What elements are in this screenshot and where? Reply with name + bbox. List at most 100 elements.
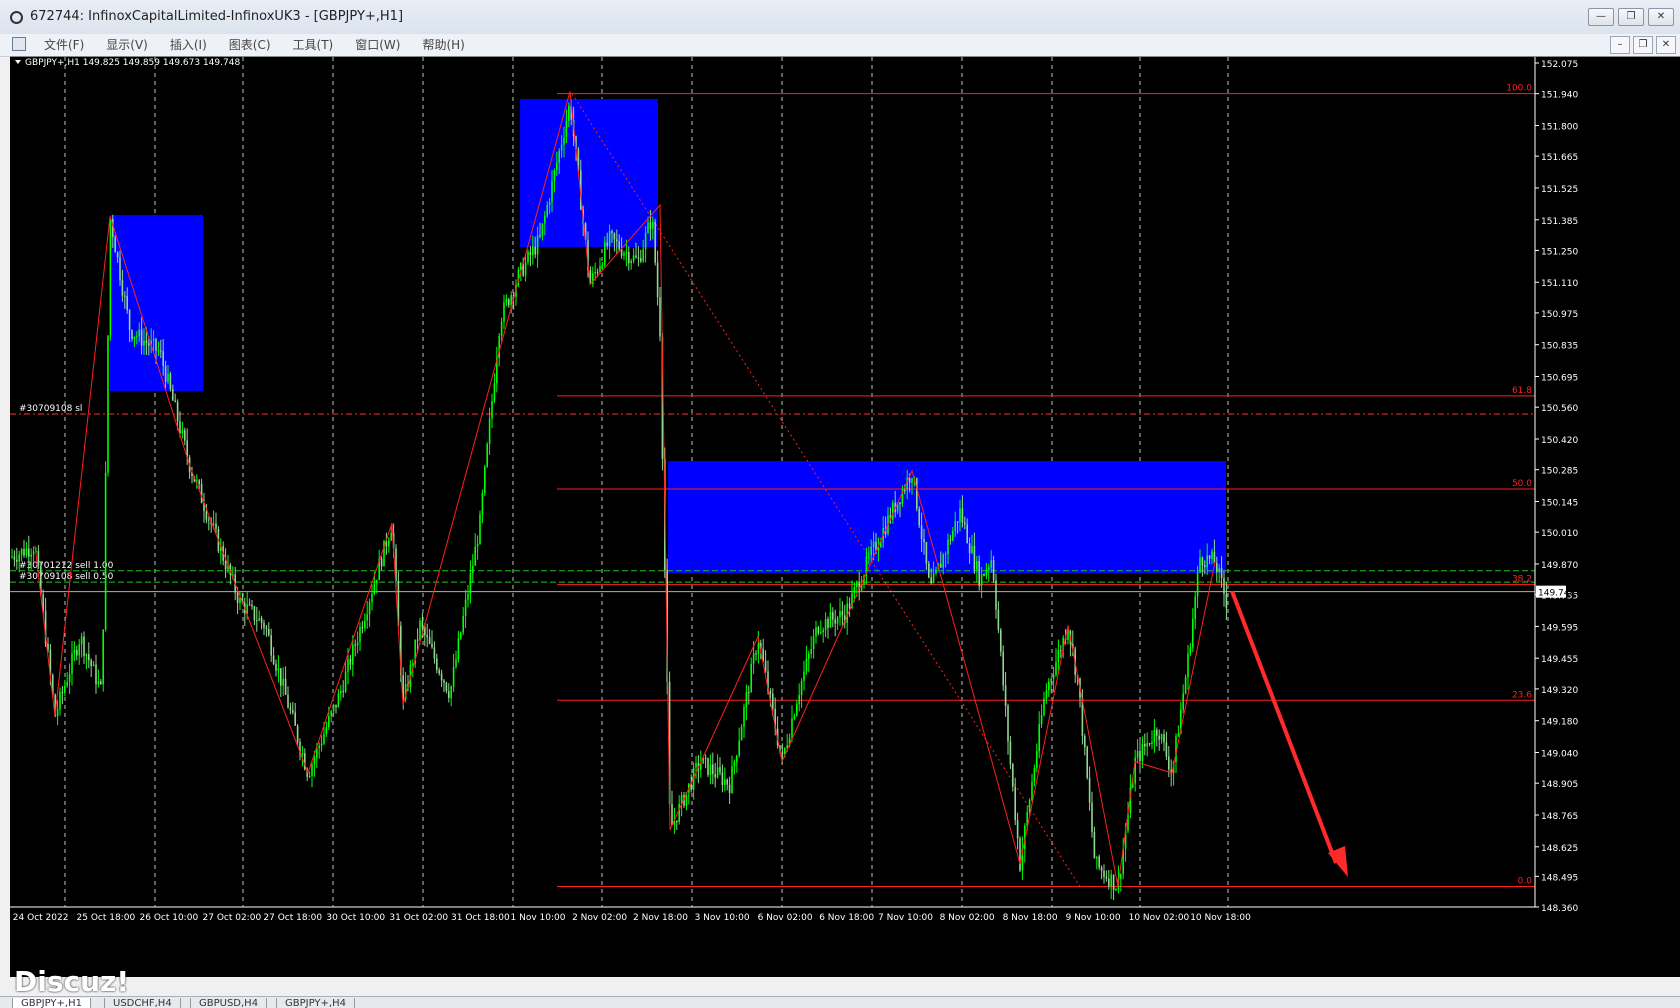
candle-body	[947, 539, 949, 555]
menu-file[interactable]: 文件(F)	[36, 37, 92, 54]
candle-body	[1055, 661, 1057, 675]
window-title: 672744: InfinoxCapitalLimited-InfinoxUK3…	[30, 9, 404, 24]
candle-body	[1014, 786, 1016, 821]
candle-body	[184, 430, 186, 441]
candle-body	[616, 239, 618, 242]
price-tick-label: 151.665	[1541, 153, 1578, 163]
candle-body	[529, 251, 532, 256]
candle-body	[1108, 878, 1110, 887]
candle-body	[97, 681, 100, 685]
candle-body	[772, 693, 774, 709]
menu-help[interactable]: 帮助(H)	[414, 37, 472, 54]
candle-body	[918, 508, 920, 526]
candle-body	[846, 603, 848, 623]
candle-body	[1153, 729, 1156, 743]
candle-body	[1168, 756, 1170, 770]
candle-body	[1141, 743, 1144, 762]
price-tick-label: 150.975	[1541, 310, 1578, 320]
menu-charts[interactable]: 图表(C)	[221, 37, 279, 54]
candle-body	[640, 258, 642, 262]
menu-insert[interactable]: 插入(I)	[162, 37, 215, 54]
candle-body	[426, 635, 428, 638]
candle-body	[544, 215, 546, 224]
candle-body	[606, 242, 608, 246]
candle-body	[1103, 870, 1105, 877]
candle-body	[1105, 876, 1108, 879]
candle-body	[1213, 551, 1216, 563]
candle-body	[292, 710, 294, 713]
menu-tools[interactable]: 工具(T)	[285, 37, 342, 54]
candle-body	[100, 681, 102, 685]
price-chart[interactable]: 100.0 61.8 50.0 38.2 23.6 0.0 #30709108 sl #307…	[10, 57, 1680, 977]
candle-body	[563, 137, 565, 145]
maximize-button[interactable]: ❐	[1618, 8, 1644, 26]
candle-body	[656, 262, 659, 298]
candle-body	[676, 820, 678, 823]
candle-body	[296, 725, 299, 742]
candle-body	[678, 803, 680, 823]
price-tick-label: 148.905	[1541, 780, 1578, 790]
price-tick-label: 152.075	[1541, 60, 1578, 70]
chart-close-button[interactable]: ✕	[1656, 36, 1676, 54]
chart-restore-button[interactable]: ❐	[1633, 36, 1653, 54]
candle-body	[632, 255, 635, 261]
candle-body	[565, 120, 568, 138]
price-tick-label: 149.040	[1541, 750, 1578, 760]
candle-body	[1091, 802, 1093, 832]
candle-body	[625, 252, 628, 254]
candle-body	[464, 599, 467, 616]
candle-body	[1204, 565, 1206, 568]
close-button[interactable]: ✕	[1648, 8, 1674, 26]
price-tick-label: 149.320	[1541, 686, 1578, 696]
candle-body	[352, 644, 354, 665]
candle-body	[313, 757, 316, 765]
candle-body	[1048, 681, 1050, 691]
candle-body	[78, 644, 80, 656]
candle-body	[1012, 764, 1014, 787]
candle-body	[985, 570, 988, 576]
candle-body	[1206, 555, 1208, 568]
window-controls: — ❐ ✕	[1588, 8, 1674, 26]
candle-body	[954, 521, 956, 531]
time-tick-label: 27 Oct 18:00	[263, 913, 322, 923]
candle-body	[505, 299, 508, 303]
fib-label: 50.0	[1512, 479, 1532, 489]
candle-body	[68, 673, 71, 683]
chart-minimize-button[interactable]: –	[1610, 36, 1630, 54]
candle-body	[380, 558, 383, 567]
time-tick-label: 6 Nov 02:00	[758, 913, 813, 923]
candle-body	[181, 430, 184, 434]
candle-body	[892, 502, 894, 520]
chart-window-controls: – ❐ ✕	[1610, 36, 1676, 54]
candle-body	[488, 418, 491, 444]
candle-body	[107, 335, 109, 473]
candle-body	[1019, 838, 1021, 871]
candle-body	[1009, 741, 1012, 765]
candle-body	[390, 533, 392, 541]
price-chart-window[interactable]: 100.0 61.8 50.0 38.2 23.6 0.0 #30709108 sl #307…	[10, 56, 1680, 977]
projection-arrow	[1230, 590, 1338, 864]
chart-window-icon[interactable]	[12, 37, 26, 51]
candle-body	[791, 718, 793, 738]
candle-body	[282, 678, 284, 686]
minimize-button[interactable]: —	[1588, 8, 1614, 26]
candle-body	[37, 551, 40, 566]
candle-body	[167, 374, 169, 383]
menu-view[interactable]: 显示(V)	[98, 37, 156, 54]
candle-body	[272, 655, 275, 664]
candle-body	[1225, 593, 1228, 609]
candle-body	[940, 563, 942, 568]
candle-body	[433, 647, 436, 659]
candle-body	[726, 779, 728, 785]
candle-body	[1148, 743, 1151, 745]
main-menu: 文件(F) 显示(V) 插入(I) 图表(C) 工具(T) 窗口(W) 帮助(H…	[36, 37, 479, 54]
fib-label: 61.8	[1512, 386, 1532, 396]
price-tick-label: 150.560	[1541, 404, 1578, 414]
candle-body	[452, 666, 455, 687]
candle-body	[236, 592, 239, 603]
menu-window[interactable]: 窗口(W)	[347, 37, 408, 54]
time-tick-label: 31 Oct 18:00	[451, 913, 510, 923]
candle-body	[486, 443, 488, 467]
candle-body	[270, 635, 272, 656]
candle-body	[654, 221, 656, 263]
